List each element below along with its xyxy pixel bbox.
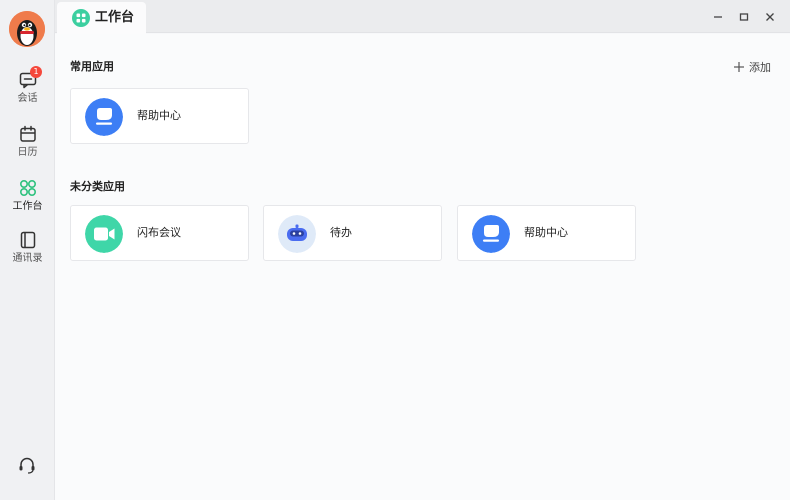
section-title-common: 常用应用 <box>70 60 114 73</box>
calendar-icon <box>19 125 36 142</box>
app-card-todo[interactable]: 待办 <box>263 205 442 261</box>
app-name: 闪布会议 <box>137 226 181 239</box>
sidebar-item-label: 会话 <box>17 93 38 104</box>
help-center-icon <box>85 98 123 136</box>
workbench-tab-icon <box>72 9 90 27</box>
sidebar-item-label: 工作台 <box>12 201 43 212</box>
app-card-help-center-2[interactable]: 帮助中心 <box>457 205 636 261</box>
sidebar-item-chat[interactable]: 1 会话 <box>0 66 55 114</box>
app-name: 帮助中心 <box>524 226 568 239</box>
headset-icon[interactable] <box>17 455 37 475</box>
app-name: 待办 <box>330 226 352 239</box>
title-bar: 工作台 <box>55 0 790 34</box>
plus-icon <box>734 62 744 72</box>
app-card-help-center[interactable]: 帮助中心 <box>70 88 249 144</box>
help-center-icon <box>472 215 510 253</box>
add-app-label: 添加 <box>749 61 771 74</box>
sidebar-item-label: 通讯录 <box>12 253 43 264</box>
unread-badge: 1 <box>30 66 42 78</box>
maximize-icon[interactable] <box>737 10 751 24</box>
avatar[interactable] <box>9 11 45 47</box>
section-title-uncategorized: 未分类应用 <box>70 180 125 193</box>
workbench-content: 常用应用 添加 帮助中心 未分类应用 闪布会议 待办 帮助中心 <box>55 34 790 500</box>
sidebar-item-workbench[interactable]: 工作台 <box>0 178 55 222</box>
app-card-meeting[interactable]: 闪布会议 <box>70 205 249 261</box>
minimize-icon[interactable] <box>711 10 725 24</box>
add-app-button[interactable]: 添加 <box>733 59 771 75</box>
sidebar-item-label: 日历 <box>17 147 38 158</box>
penguin-avatar-icon <box>9 11 45 47</box>
todo-robot-icon <box>278 215 316 253</box>
contacts-icon <box>20 231 35 249</box>
close-icon[interactable] <box>763 10 777 24</box>
tab-workbench[interactable]: 工作台 <box>57 2 146 34</box>
sidebar: 1 会话 日历 工作台 通讯录 <box>0 0 55 500</box>
workbench-grid-icon <box>19 179 36 197</box>
sidebar-item-calendar[interactable]: 日历 <box>0 124 55 168</box>
tab-label: 工作台 <box>95 10 135 25</box>
video-meeting-icon <box>85 215 123 253</box>
sidebar-item-contacts[interactable]: 通讯录 <box>0 230 55 274</box>
app-name: 帮助中心 <box>137 109 181 122</box>
